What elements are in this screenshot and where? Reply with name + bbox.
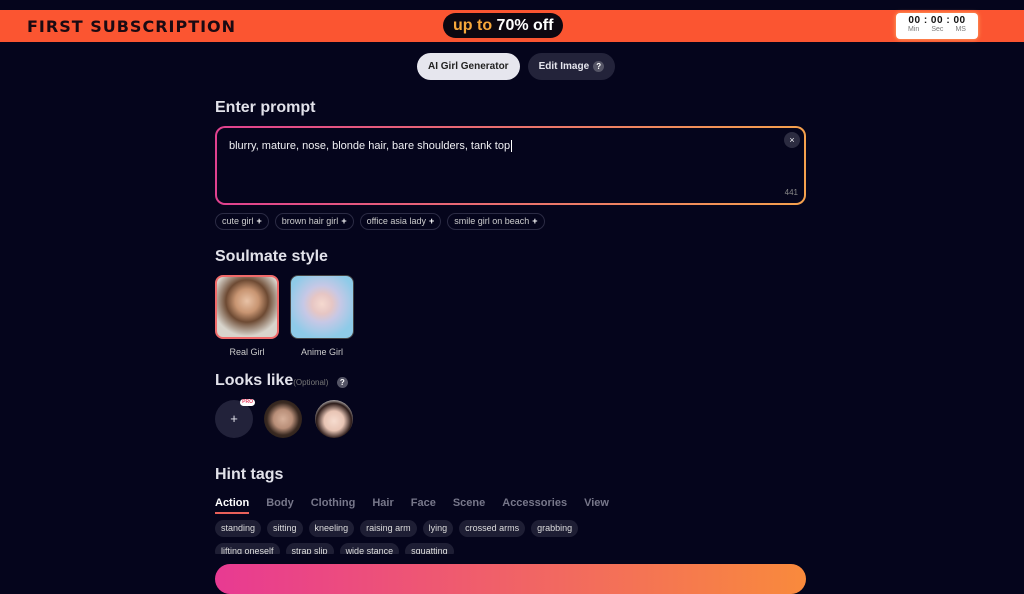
face-option[interactable]: [315, 400, 353, 438]
style-anime-girl[interactable]: Anime Girl: [290, 275, 354, 357]
promo-badge: up to 70% off: [443, 13, 564, 38]
generate-button[interactable]: [215, 564, 806, 594]
hints-heading: Hint tags: [215, 466, 284, 483]
help-icon[interactable]: ?: [336, 377, 348, 388]
hint-tab[interactable]: View: [584, 497, 609, 514]
hint-tab[interactable]: Body: [266, 497, 294, 514]
suggestion-chip[interactable]: cute girl +: [215, 213, 269, 230]
tab-edit-image[interactable]: Edit Image?: [527, 53, 616, 80]
hint-tag[interactable]: sitting: [267, 520, 303, 537]
hint-tab[interactable]: Accessories: [502, 497, 567, 514]
hint-tab[interactable]: Clothing: [311, 497, 356, 514]
hint-tag[interactable]: raising arm: [360, 520, 417, 537]
style-real-girl[interactable]: Real Girl: [215, 275, 279, 357]
hint-tag[interactable]: crossed arms: [459, 520, 526, 537]
help-icon[interactable]: ?: [593, 61, 605, 72]
suggestion-chip[interactable]: office asia lady +: [359, 213, 442, 230]
banner-title: FIRST SUBSCRIPTION: [27, 17, 237, 36]
hint-tag[interactable]: strap slip: [285, 543, 334, 554]
looks-heading: Looks like(Optional) ?: [215, 372, 348, 390]
promo-banner[interactable]: FIRST SUBSCRIPTION up to 70% off 00 : 00…: [0, 10, 1024, 42]
hint-tag[interactable]: standing: [215, 520, 262, 537]
suggestion-chip[interactable]: brown hair girl +: [274, 213, 354, 230]
hint-tag[interactable]: kneeling: [308, 520, 355, 537]
hint-tab[interactable]: Scene: [453, 497, 485, 514]
clear-icon[interactable]: ×: [784, 132, 800, 148]
hint-tag[interactable]: wide stance: [339, 543, 400, 554]
tab-ai-girl-generator[interactable]: AI Girl Generator: [417, 53, 520, 80]
countdown-timer: 00 : 00 : 00 Min Sec MS: [896, 13, 978, 39]
hint-tag[interactable]: squatting: [405, 543, 454, 554]
hint-tag[interactable]: lifting oneself: [215, 543, 280, 554]
char-count: 441: [784, 188, 798, 197]
hint-tab[interactable]: Hair: [372, 497, 393, 514]
prompt-input[interactable]: blurry, mature, nose, blonde hair, bare …: [215, 126, 806, 205]
add-face-button[interactable]: + PRO: [215, 399, 255, 438]
hint-tag[interactable]: lying: [422, 520, 454, 537]
hint-tab[interactable]: Action: [215, 497, 250, 514]
anime-girl-image: [290, 275, 354, 339]
face-option[interactable]: [264, 400, 302, 438]
prompt-heading: Enter prompt: [215, 99, 316, 116]
style-heading: Soulmate style: [215, 248, 328, 265]
hint-tag[interactable]: grabbing: [531, 520, 579, 537]
suggestion-chip[interactable]: smile girl on beach +: [447, 213, 545, 230]
hint-tab[interactable]: Face: [411, 497, 436, 514]
real-girl-image: [215, 275, 279, 339]
